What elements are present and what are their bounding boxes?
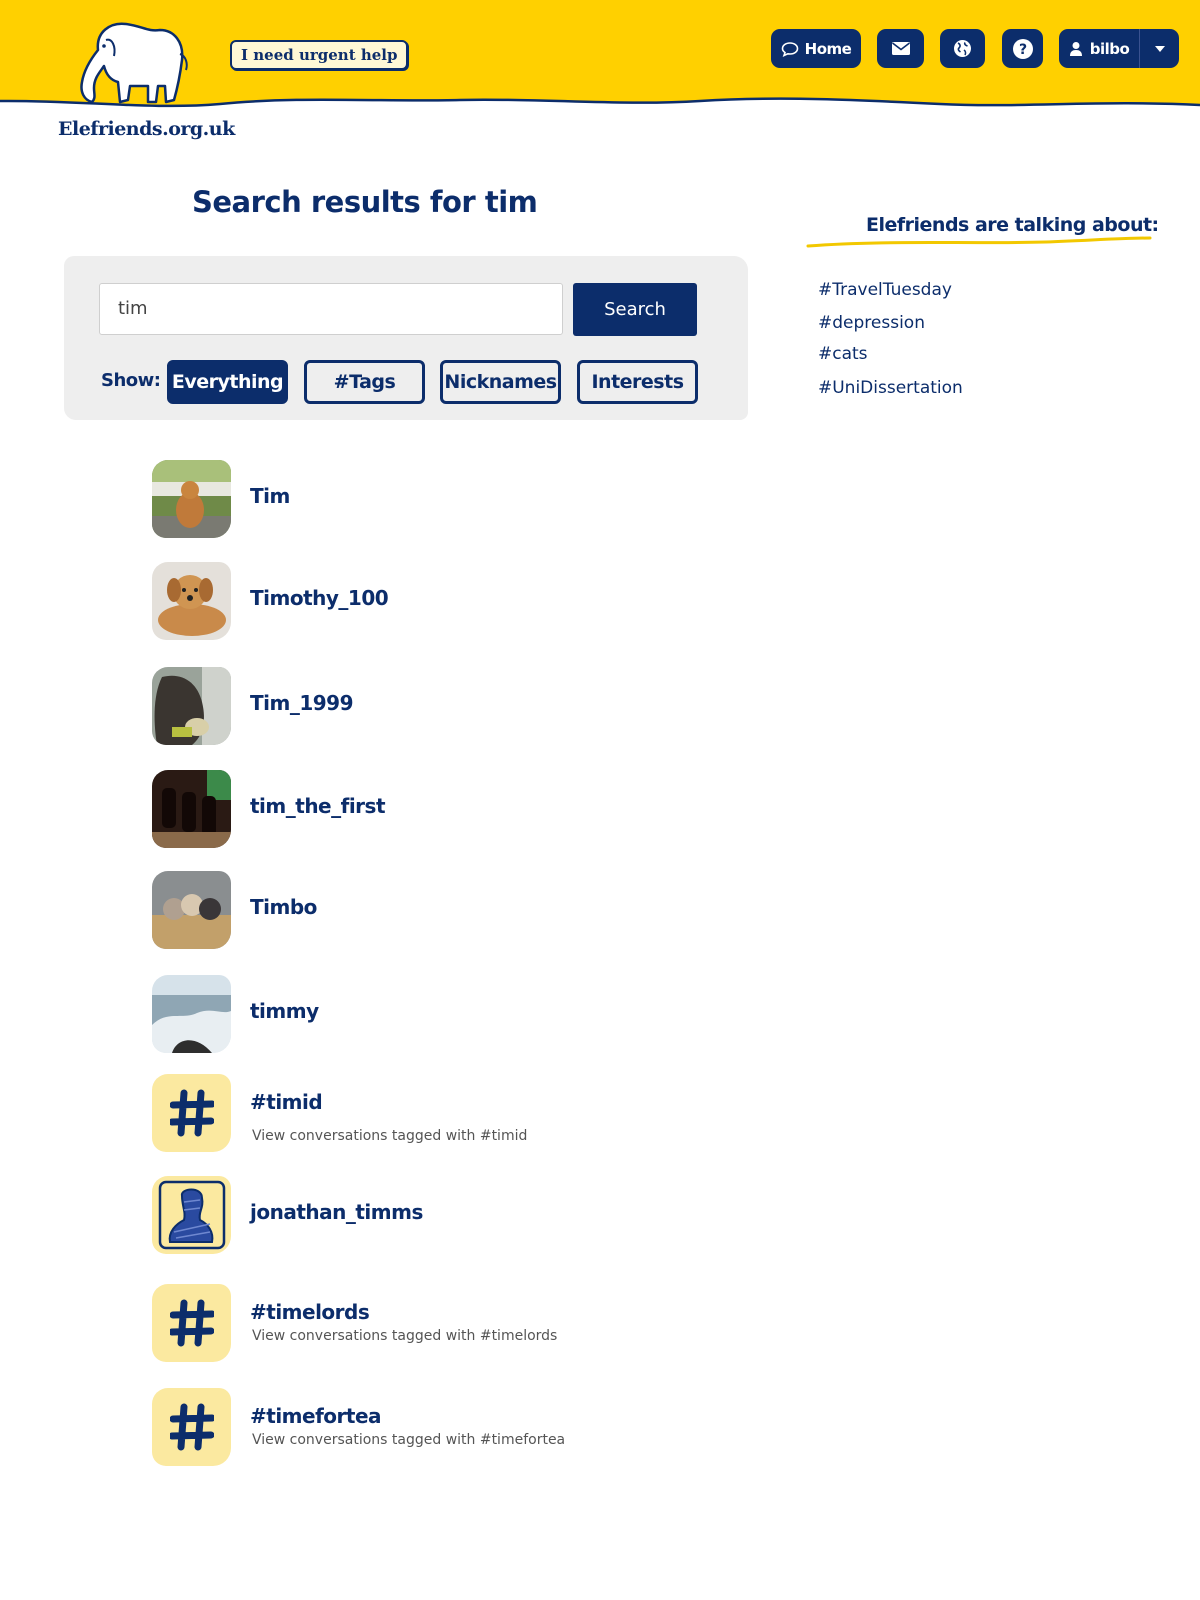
urgent-help-button[interactable]: I need urgent help xyxy=(230,40,409,70)
show-filter-label: Show: xyxy=(101,370,161,391)
user-icon xyxy=(1069,41,1082,56)
speech-bubble-icon xyxy=(781,41,798,57)
avatar[interactable] xyxy=(152,460,231,538)
result-name[interactable]: timmy xyxy=(250,999,319,1023)
trending-tag[interactable]: #UniDissertation xyxy=(818,378,963,398)
result-name[interactable]: #timelords xyxy=(250,1300,370,1324)
title-underline xyxy=(806,236,1152,248)
filter-tags[interactable]: #Tags xyxy=(304,360,425,404)
result-item[interactable]: #timid View conversations tagged with #t… xyxy=(152,1074,712,1154)
result-name[interactable]: #timid xyxy=(250,1090,323,1114)
filter-nicknames[interactable]: Nicknames xyxy=(440,360,561,404)
community-button[interactable] xyxy=(940,29,985,68)
globe-icon xyxy=(954,40,971,57)
trending-tag[interactable]: #depression xyxy=(818,313,925,333)
result-name[interactable]: Timbo xyxy=(250,895,317,919)
result-name[interactable]: Tim xyxy=(250,484,290,508)
site-header: I need urgent help Home ? bilbo xyxy=(0,0,1200,115)
result-item[interactable]: Timothy_100 xyxy=(152,562,712,642)
result-item[interactable]: timmy xyxy=(152,975,712,1055)
trending-tag[interactable]: #TravelTuesday xyxy=(818,280,952,300)
tag-avatar[interactable] xyxy=(152,1284,231,1362)
question-icon: ? xyxy=(1012,38,1033,59)
filter-interests[interactable]: Interests xyxy=(577,360,698,404)
page-title: Search results for tim xyxy=(192,185,538,219)
avatar[interactable] xyxy=(152,871,231,949)
result-item[interactable]: Tim xyxy=(152,460,712,540)
username-label: bilbo xyxy=(1089,39,1130,58)
messages-button[interactable] xyxy=(877,29,924,68)
result-name[interactable]: Tim_1999 xyxy=(250,691,354,715)
result-description: View conversations tagged with #timefort… xyxy=(252,1432,566,1448)
elephant-logo-icon[interactable] xyxy=(70,20,190,110)
svg-text:?: ? xyxy=(1018,42,1026,58)
result-name[interactable]: #timefortea xyxy=(250,1404,382,1428)
avatar[interactable] xyxy=(152,1176,231,1254)
search-input[interactable]: tim xyxy=(99,283,563,335)
result-item[interactable]: tim_the_first xyxy=(152,770,712,850)
hashtag-icon xyxy=(169,1299,214,1347)
tag-avatar[interactable] xyxy=(152,1074,231,1152)
caret-down-icon xyxy=(1154,45,1165,52)
result-item[interactable]: #timelords View conversations tagged wit… xyxy=(152,1284,712,1364)
avatar[interactable] xyxy=(152,562,231,640)
tag-avatar[interactable] xyxy=(152,1388,231,1466)
avatar[interactable] xyxy=(152,770,231,848)
result-item[interactable]: Timbo xyxy=(152,871,712,951)
search-button[interactable]: Search xyxy=(573,283,697,336)
avatar[interactable] xyxy=(152,667,231,745)
result-item[interactable]: jonathan_timms xyxy=(152,1176,712,1256)
hashtag-icon xyxy=(169,1403,214,1451)
result-name[interactable]: jonathan_timms xyxy=(250,1200,423,1224)
home-label: Home xyxy=(804,39,852,58)
filter-everything[interactable]: Everything xyxy=(167,360,288,404)
result-item[interactable]: Tim_1999 xyxy=(152,667,712,747)
result-item[interactable]: #timefortea View conversations tagged wi… xyxy=(152,1388,712,1468)
help-button[interactable]: ? xyxy=(1002,29,1043,68)
result-description: View conversations tagged with #timelord… xyxy=(252,1328,558,1344)
result-description: View conversations tagged with #timid xyxy=(252,1128,528,1144)
site-name-link[interactable]: Elefriends.org.uk xyxy=(58,118,235,140)
avatar[interactable] xyxy=(152,975,231,1053)
user-menu-button[interactable]: bilbo xyxy=(1059,29,1139,68)
user-dropdown-toggle[interactable] xyxy=(1140,29,1179,68)
result-name[interactable]: tim_the_first xyxy=(250,794,386,818)
envelope-icon xyxy=(891,42,910,55)
trending-tag[interactable]: #cats xyxy=(818,344,868,364)
hashtag-icon xyxy=(169,1089,214,1137)
result-name[interactable]: Timothy_100 xyxy=(250,586,389,610)
home-button[interactable]: Home xyxy=(771,29,861,68)
